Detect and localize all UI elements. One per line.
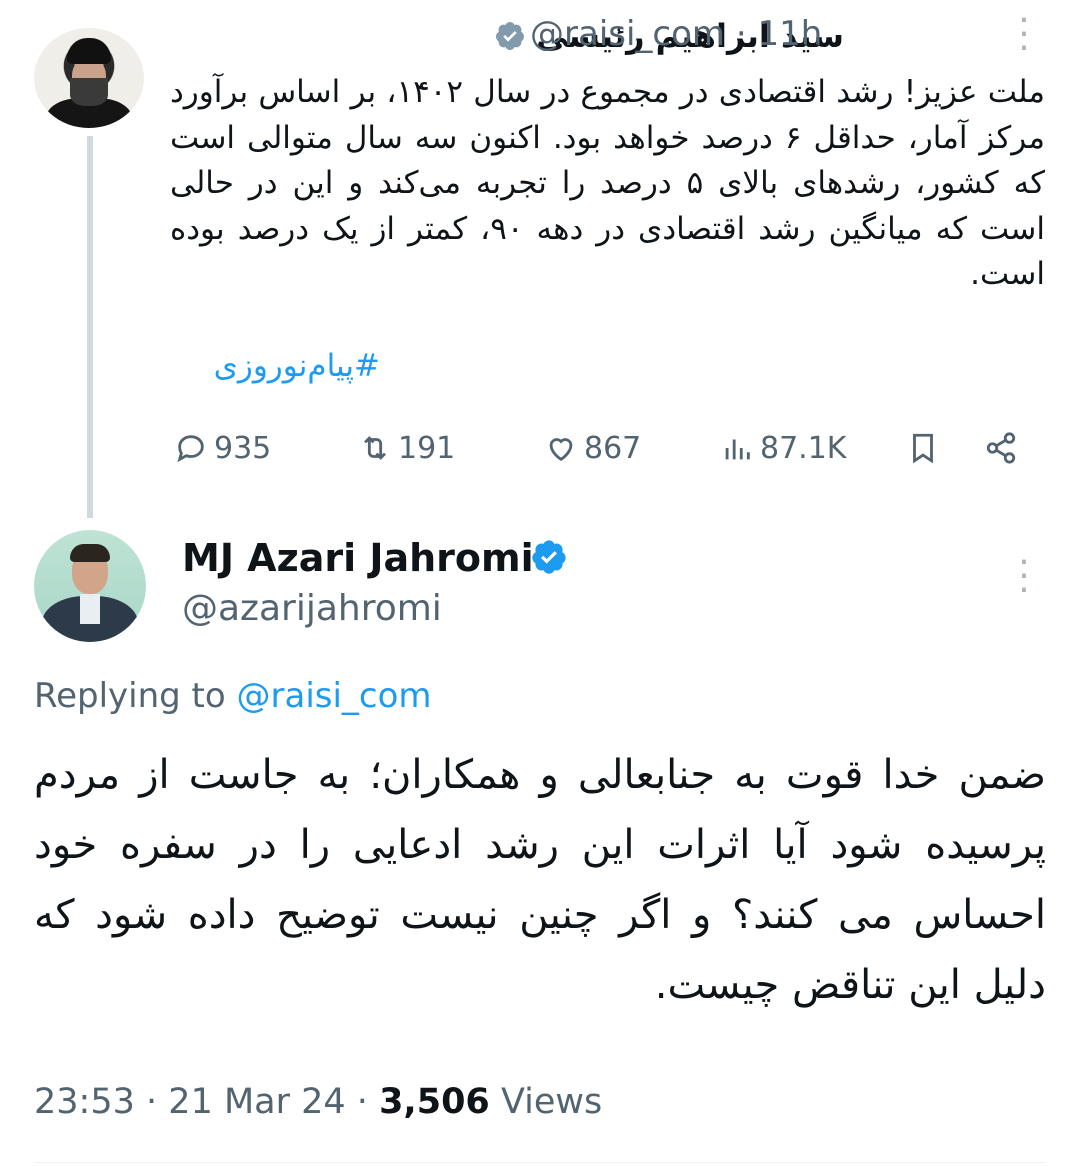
bookmark-icon	[913, 433, 933, 464]
separator-dot: ·	[146, 1082, 158, 1122]
bookmark-button[interactable]	[906, 418, 940, 478]
like-count: 867	[584, 430, 642, 466]
reply-button[interactable]: 935	[174, 418, 271, 478]
avatar-azari[interactable]	[34, 530, 146, 642]
separator-dot: ·	[735, 14, 747, 54]
views-label: Views	[500, 1082, 603, 1122]
replying-mention[interactable]: @raisi_com	[237, 676, 432, 716]
share-icon	[986, 432, 1016, 464]
views-icon	[725, 439, 750, 460]
views-button[interactable]: 87.1K	[720, 418, 846, 478]
retweet-count: 191	[398, 430, 456, 466]
avatar-shirt	[80, 594, 100, 624]
avatar-hair	[70, 544, 110, 562]
divider	[34, 1162, 1046, 1163]
author-handle[interactable]: @azarijahromi	[182, 588, 442, 629]
hashtag-link[interactable]: #پیام‌نوروزی	[214, 348, 380, 384]
author-handle[interactable]: @raisi_com	[530, 14, 725, 54]
handle-and-time: @raisi_com · 11h	[530, 14, 822, 54]
like-icon	[549, 438, 573, 462]
tweet-meta: 23:53 · 21 Mar 24 · 3,506 Views	[34, 1082, 602, 1122]
author-name[interactable]: MJ Azari Jahromi	[182, 536, 534, 580]
tweet-text: ضمن خدا قوت به جنابعالی و همکاران؛ به جا…	[34, 752, 1046, 1008]
more-icon[interactable]: · · ·	[1010, 3, 1038, 67]
tweet-actions: 935 191 867 87.1K	[170, 418, 1050, 478]
like-button[interactable]: 867	[544, 418, 641, 478]
verified-gray-icon	[496, 22, 525, 50]
tweet-text: ملت عزیز! رشد اقتصادی در مجموع در سال ۱۴…	[170, 74, 1046, 292]
views-count: 3,506	[379, 1082, 490, 1122]
retweet-icon	[364, 436, 386, 460]
retweet-button[interactable]: 191	[358, 418, 455, 478]
reply-icon	[177, 435, 204, 463]
more-icon[interactable]: · · ·	[1010, 545, 1038, 609]
reply-count: 935	[214, 430, 272, 466]
views-count: 87.1K	[760, 430, 847, 466]
verified-blue-icon	[532, 540, 566, 574]
separator-dot: ·	[356, 1082, 368, 1122]
share-button[interactable]	[984, 418, 1018, 478]
avatar-turban	[67, 38, 111, 64]
avatar-raisi[interactable]	[34, 28, 144, 128]
tweet-date[interactable]: 21 Mar 24	[168, 1082, 345, 1122]
replying-prefix: Replying to	[34, 676, 226, 716]
tweet-time[interactable]: 11h	[757, 14, 822, 54]
thread-line	[87, 136, 93, 518]
tweet-time[interactable]: 23:53	[34, 1082, 135, 1122]
replying-to: Replying to @raisi_com	[34, 676, 432, 716]
avatar-beard	[70, 78, 108, 106]
